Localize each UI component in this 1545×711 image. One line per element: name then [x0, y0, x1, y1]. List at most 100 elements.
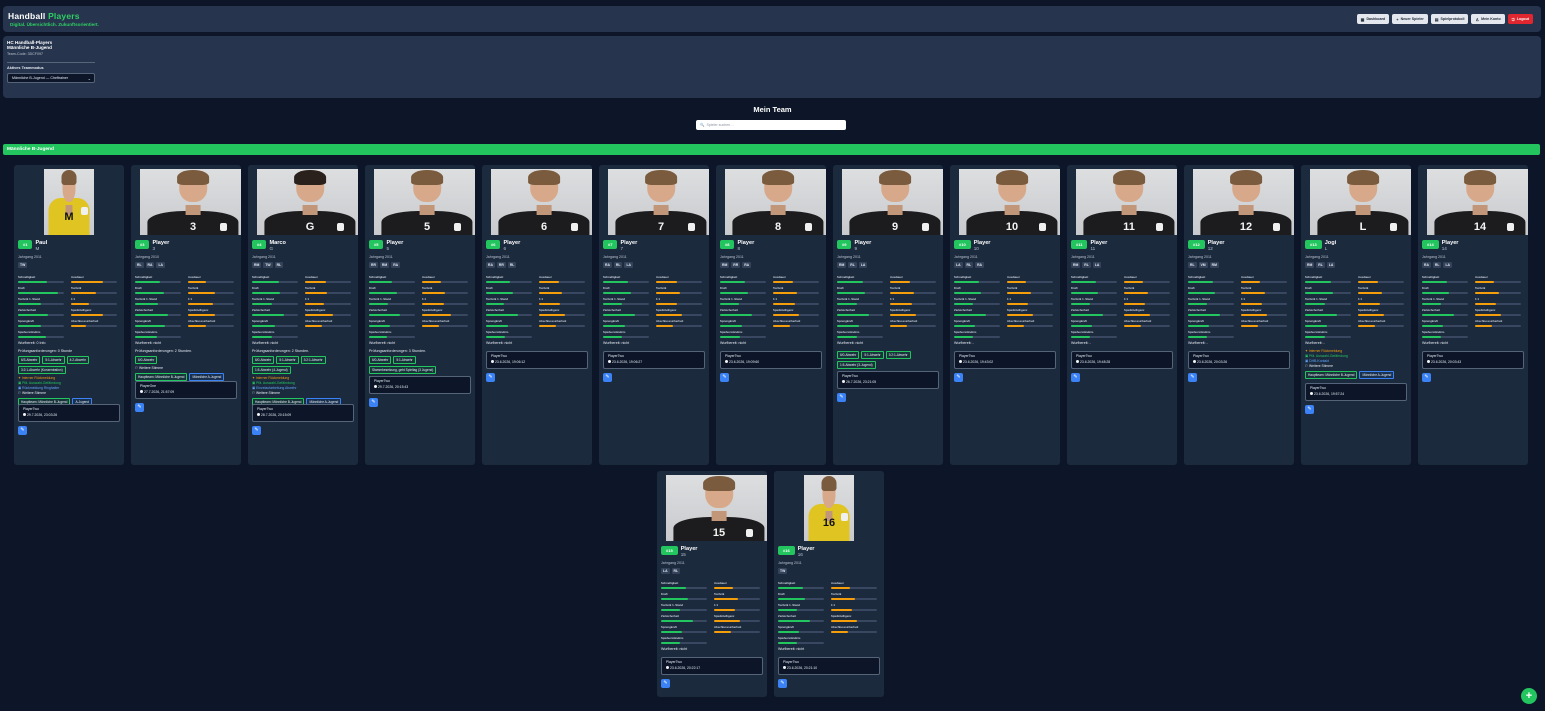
edit-button[interactable]: ✎	[369, 398, 378, 407]
clock-icon	[23, 413, 26, 416]
nav-button-neuer-spieler[interactable]: + Neuer Spieler	[1392, 14, 1428, 24]
skill-track	[369, 303, 415, 305]
player-card[interactable]: 6 #6 Player 6 Jahrgang 2011 RA RR RL Schnelligke…	[482, 165, 592, 465]
edit-button[interactable]: ✎	[252, 426, 261, 435]
player-card[interactable]: 12 #12 Player 12 Jahrgang 2011 RL VM RM Schnelli…	[1184, 165, 1294, 465]
team-mode-select[interactable]: Männliche B-Jugend — Cheftrainer ⌄	[7, 73, 95, 83]
skill-fill	[778, 642, 798, 644]
skill-label: Technik	[1241, 286, 1252, 290]
chevron-down-icon: ⌄	[87, 76, 91, 81]
viewed-by: PlayerTwo	[374, 379, 390, 383]
edit-button[interactable]: ✎	[1188, 373, 1197, 382]
skill-fill	[135, 303, 158, 305]
skill-stat: Ausdauer	[305, 275, 354, 286]
player-short: 14	[1441, 246, 1447, 251]
player-id-row: #6 Player 6	[486, 240, 520, 251]
nav-button-spielprotokoll[interactable]: ▤ Spielprotokoll	[1430, 14, 1469, 24]
edit-button[interactable]: ✎	[837, 393, 846, 402]
player-card[interactable]: 14 #14 Player 14 Jahrgang 2011 RA RL LA Schnelli…	[1418, 165, 1528, 465]
skill-track	[1305, 303, 1351, 305]
skill-track	[486, 325, 532, 327]
skill-fill	[422, 281, 442, 283]
extra-title: Prüfungsanforderungen: 3 Stunden.	[369, 349, 427, 353]
team-badge: Männliche A-Jugend	[189, 373, 225, 381]
skill-stat: Technik	[1475, 286, 1524, 297]
edit-button[interactable]: ✎	[1071, 373, 1080, 382]
edit-button[interactable]: ✎	[135, 403, 144, 412]
number-badge: #5	[369, 240, 384, 249]
jersey-number: 16	[822, 517, 836, 530]
position-tag: RA	[391, 262, 401, 268]
skill-stat: Abschlusssicherheit	[422, 319, 471, 330]
skill-label: Kraft	[837, 286, 844, 290]
skill-label: Technik 1. Stand	[661, 603, 684, 607]
edit-button[interactable]: ✎	[486, 373, 495, 382]
scout-note: ⚐ Weitere Stimme	[1305, 364, 1334, 368]
skill-label: Spielverständnis	[954, 330, 977, 334]
player-card[interactable]: 8 #8 Player 8 Jahrgang 2011 RM RR RA Schnelligke…	[716, 165, 826, 465]
skill-track	[720, 303, 766, 305]
skill-stat: Zielsicherheit	[135, 308, 184, 319]
edit-button[interactable]: ✎	[720, 373, 729, 382]
edit-button[interactable]: ✎	[954, 373, 963, 382]
viewed-date: 23.6.2026, 19:06:12	[495, 360, 526, 364]
skill-stat: Spielintelligenz	[1124, 308, 1173, 319]
jahrgang: Jahrgang 2011	[603, 255, 627, 259]
skill-fill	[603, 281, 628, 283]
edit-button[interactable]: ✎	[18, 426, 27, 435]
position-tag: RL	[613, 262, 623, 268]
edit-button[interactable]: ✎	[603, 373, 612, 382]
skill-fill	[486, 303, 505, 305]
skill-stat: Abschlusssicherheit	[305, 319, 354, 330]
edit-button[interactable]: ✎	[661, 679, 670, 688]
nav-button-mein-konto[interactable]: ♙ Mein Konto	[1471, 14, 1505, 24]
skill-label: Sprungkraft	[135, 319, 151, 323]
skill-stat: Technik	[71, 286, 120, 297]
player-card[interactable]: 10 #10 Player 10 Jahrgang 2011 LA RL RA Schnelli…	[950, 165, 1060, 465]
skill-stat: Ausdauer	[1007, 275, 1056, 286]
skill-stat: Schnelligkeit	[1305, 275, 1354, 286]
player-card[interactable]: 3 #3 Player 3 Jahrgang 2010 RL RA LA Schnelligke…	[131, 165, 241, 465]
player-card[interactable]: 16 #16 Player 16 Jahrgang 2011 TW Schnelligkei…	[774, 471, 884, 697]
skill-track	[778, 609, 824, 611]
player-card[interactable]: 11 #11 Player 11 Jahrgang 2011 RM RL LA Schnelli…	[1067, 165, 1177, 465]
add-player-fab[interactable]: +	[1521, 688, 1537, 704]
skill-stat: Technik 1. Stand	[954, 297, 1003, 308]
skill-stat: Kraft	[778, 592, 827, 603]
player-card[interactable]: 15 #15 Player 15 Jahrgang 2011 LA RL Schnelligk…	[657, 471, 767, 697]
edit-button[interactable]: ✎	[1422, 373, 1431, 382]
player-card[interactable]: L #13 Jogi L Jahrgang 2011 RM RL LA Schnelligkei…	[1301, 165, 1411, 465]
skill-track	[1305, 314, 1351, 316]
player-photo: 7	[608, 169, 709, 235]
skill-track	[890, 281, 936, 283]
position-tag: RL	[671, 568, 681, 574]
skill-stats: Schnelligkeit Ausdauer Kraft Technik Technik…	[720, 275, 822, 341]
jahrgang: Jahrgang 2011	[778, 561, 802, 565]
skill-label: Abschlusssicherheit	[1475, 319, 1503, 323]
player-card[interactable]: M #1 Paul M Jahrgang 2011 TW Schnelligkeit Ausd…	[14, 165, 124, 465]
nav-button-dashboard[interactable]: ▦ Dashboard	[1356, 14, 1390, 24]
pencil-icon: ✎	[488, 374, 493, 380]
skill-fill	[71, 325, 86, 327]
search-input[interactable]: 🔍 Spieler suchen…	[696, 120, 846, 130]
nav-button-logout[interactable]: ⎋ Logout	[1507, 14, 1533, 24]
skill-stat: Technik 1. Stand	[720, 297, 769, 308]
jersey-number: 9	[891, 221, 899, 233]
player-card[interactable]: 9 #9 Player 9 Jahrgang 2011 RM RL LA Schnelligke…	[833, 165, 943, 465]
player-extra: Prüfungsanforderungen: 2 Stunden. 6/0-Abw…	[135, 349, 239, 383]
skill-track	[603, 281, 649, 283]
viewed-date-row: 23.6.2026, 20:21:10	[783, 666, 875, 670]
edit-button[interactable]: ✎	[1305, 405, 1314, 414]
clock-icon	[257, 413, 260, 416]
player-card[interactable]: G #4 Marco G Jahrgang 2011 RM TW RL Schnelligkei…	[248, 165, 358, 465]
skill-stat: Sprungkraft	[603, 319, 652, 330]
defense-badges: 6/0-Abwehr 5:1-Abwehr 3:2:1-Abwehr 1:5-Abwe…	[837, 351, 941, 369]
skill-label: 1:1	[539, 297, 544, 301]
skill-stat: Zielsicherheit	[252, 308, 301, 319]
player-card[interactable]: 7 #7 Player 7 Jahrgang 2011 RA RL LA Schnelligke…	[599, 165, 709, 465]
player-card[interactable]: 5 #5 Player 5 Jahrgang 2011 RR RM RA Schnelligke…	[365, 165, 475, 465]
skill-track	[18, 292, 64, 294]
edit-button[interactable]: ✎	[778, 679, 787, 688]
skill-label: Ausdauer	[1475, 275, 1488, 279]
brand-logo[interactable]: Handball Players	[8, 11, 80, 21]
